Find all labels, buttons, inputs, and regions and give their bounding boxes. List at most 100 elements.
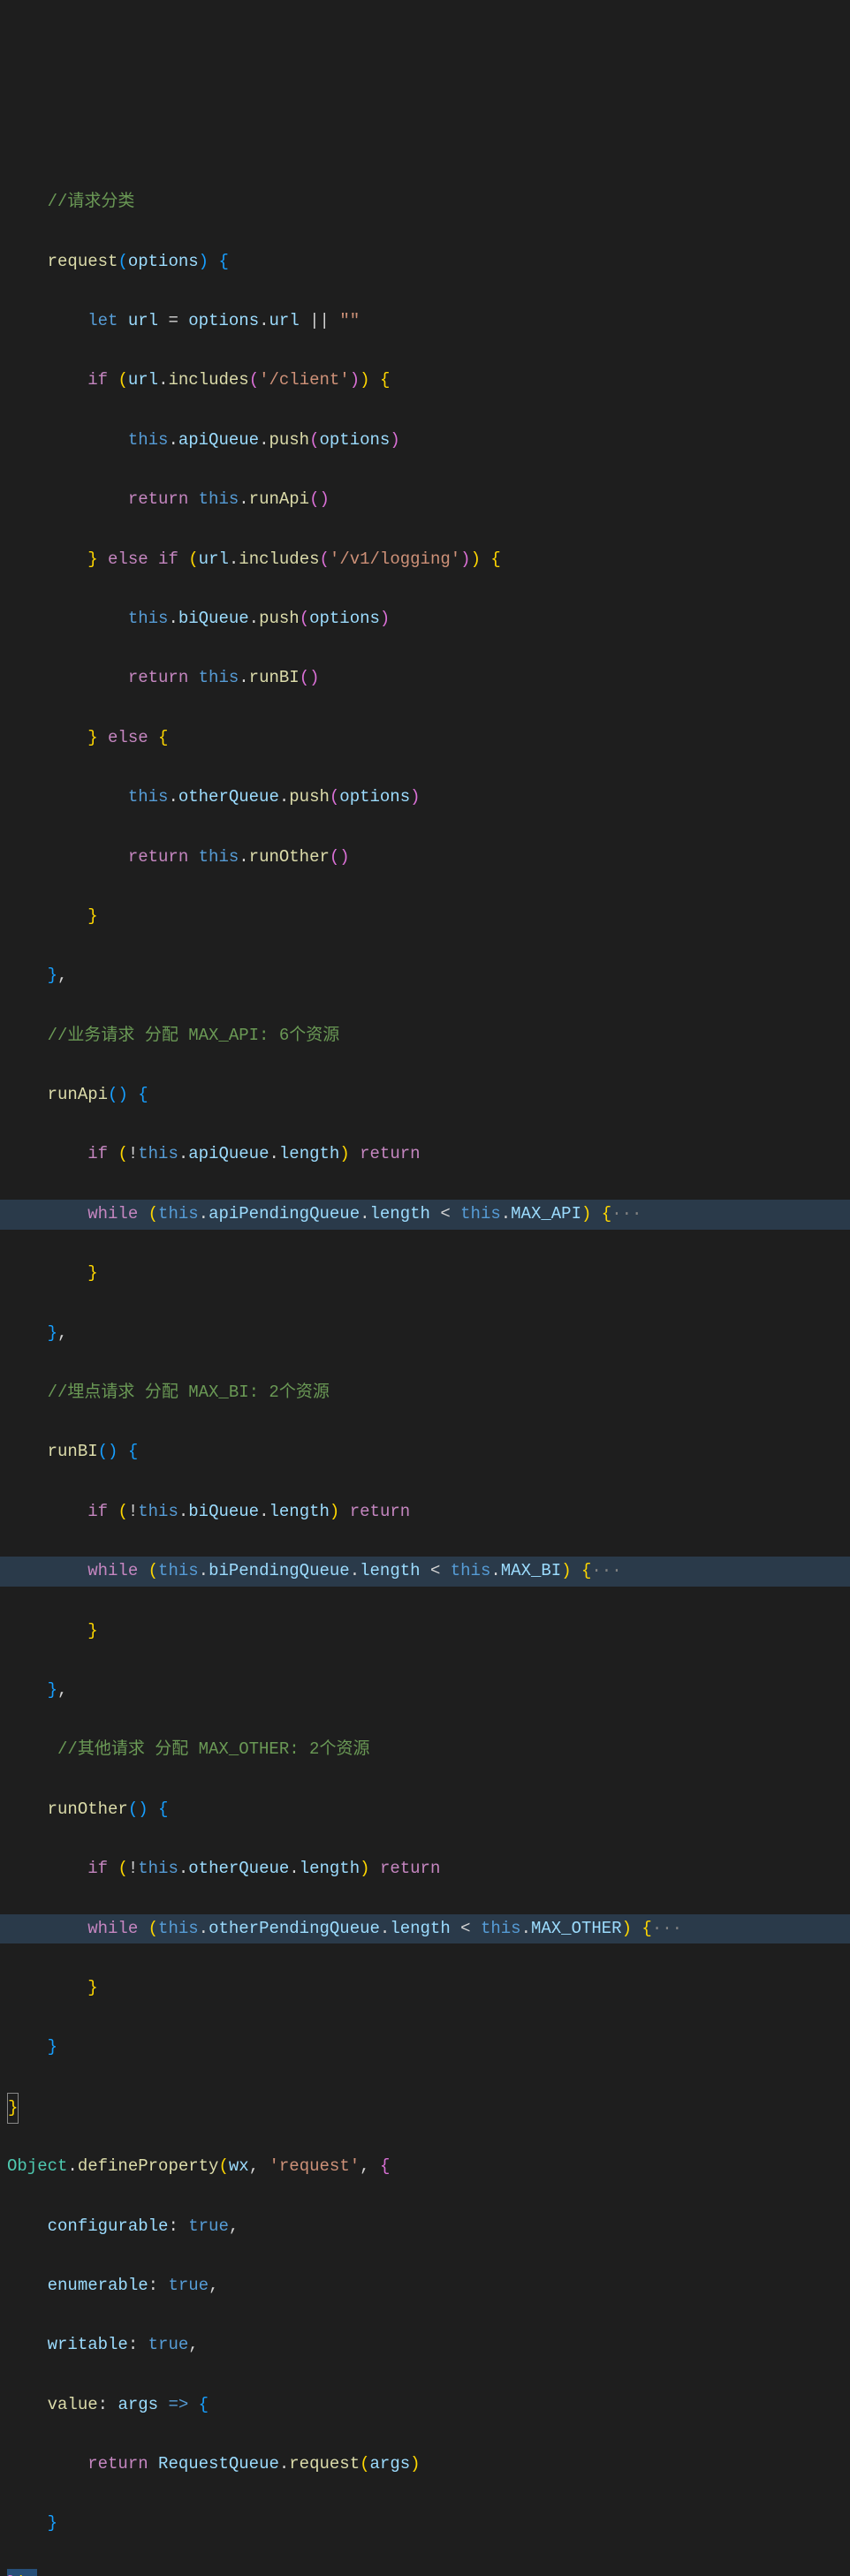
keyword-if: if: [87, 1502, 108, 1521]
code-line: },: [0, 1319, 850, 1349]
method-call: push: [259, 609, 300, 628]
variable: options: [319, 430, 390, 450]
code-line: return this.runBI(): [0, 663, 850, 693]
keyword-this: this: [128, 430, 169, 450]
keyword-while: while: [87, 1204, 138, 1224]
keyword-if: if: [87, 1859, 108, 1878]
keyword-else: else: [108, 728, 148, 747]
code-line: }: [0, 2509, 850, 2539]
code-line: if (url.includes('/client')) {: [0, 366, 850, 396]
property-key: value: [48, 2395, 98, 2414]
code-line: this.biQueue.push(options): [0, 604, 850, 634]
code-line: });: [0, 2569, 850, 2576]
code-line: if (!this.apiQueue.length) return: [0, 1140, 850, 1170]
string-literal: "": [339, 311, 360, 330]
method-call: runOther: [249, 847, 330, 867]
code-line: this.apiQueue.push(options): [0, 426, 850, 456]
method-name: runOther: [48, 1799, 128, 1819]
code-line: if (!this.otherQueue.length) return: [0, 1854, 850, 1884]
boolean-literal: true: [168, 2276, 209, 2295]
code-line: //业务请求 分配 MAX_API: 6个资源: [0, 1021, 850, 1051]
code-line: }: [0, 2033, 850, 2063]
code-line-highlighted: while (this.otherPendingQueue.length < t…: [0, 1914, 850, 1944]
keyword-return: return: [360, 1144, 420, 1163]
matching-brace-icon: }: [7, 2093, 19, 2125]
keyword-return: return: [128, 847, 188, 867]
variable: options: [309, 609, 380, 628]
code-line: request(options) {: [0, 247, 850, 277]
variable: url: [199, 549, 229, 569]
keyword-this: this: [138, 1144, 178, 1163]
code-line-highlighted: while (this.apiPendingQueue.length < thi…: [0, 1200, 850, 1230]
property: otherQueue: [178, 787, 279, 807]
code-line: },: [0, 961, 850, 991]
property-key: configurable: [48, 2216, 169, 2236]
variable: options: [188, 311, 259, 330]
property: biQueue: [188, 1502, 259, 1521]
keyword-while: while: [87, 1561, 138, 1580]
keyword-this: this: [451, 1561, 491, 1580]
keyword-this: this: [138, 1859, 178, 1878]
code-line: runApi() {: [0, 1080, 850, 1110]
keyword-this: this: [158, 1919, 199, 1938]
variable: url: [128, 370, 158, 390]
property: length: [360, 1561, 420, 1580]
code-editor[interactable]: //请求分类 request(options) { let url = opti…: [0, 119, 850, 2576]
keyword-this: this: [138, 1502, 178, 1521]
keyword-while: while: [87, 1919, 138, 1938]
property-key: writable: [48, 2335, 128, 2354]
keyword-this: this: [158, 1204, 199, 1224]
code-line: if (!this.biQueue.length) return: [0, 1497, 850, 1527]
code-line: enumerable: true,: [0, 2271, 850, 2301]
boolean-literal: true: [188, 2216, 229, 2236]
code-line: //其他请求 分配 MAX_OTHER: 2个资源: [0, 1735, 850, 1765]
code-line: }: [0, 902, 850, 932]
keyword-if: if: [87, 1144, 108, 1163]
keyword-return: return: [350, 1502, 410, 1521]
method-name: runBI: [48, 1442, 98, 1461]
method-call: includes: [168, 370, 248, 390]
keyword-this: this: [199, 847, 239, 867]
property: MAX_API: [511, 1204, 581, 1224]
fold-indicator-icon[interactable]: ···: [652, 1919, 682, 1938]
method-call: push: [289, 787, 330, 807]
property: apiPendingQueue: [209, 1204, 360, 1224]
keyword-return: return: [380, 1859, 440, 1878]
code-line: let url = options.url || "": [0, 307, 850, 337]
code-line: } else if (url.includes('/v1/logging')) …: [0, 545, 850, 575]
property: apiQueue: [188, 1144, 269, 1163]
keyword-this: this: [199, 489, 239, 509]
variable: wx: [229, 2156, 249, 2176]
code-line: value: args => {: [0, 2390, 850, 2421]
keyword-if: if: [87, 370, 108, 390]
code-line: this.otherQueue.push(options): [0, 783, 850, 813]
keyword-return: return: [128, 489, 188, 509]
method-call: defineProperty: [78, 2156, 219, 2176]
keyword-else: else: [108, 549, 148, 569]
property: url: [269, 311, 300, 330]
property: length: [300, 1859, 360, 1878]
comment: //埋点请求 分配 MAX_BI: 2个资源: [48, 1383, 330, 1402]
string-literal: '/v1/logging': [330, 549, 460, 569]
fold-indicator-icon[interactable]: ···: [591, 1561, 621, 1580]
code-line: }: [0, 1259, 850, 1289]
method-call: includes: [239, 549, 319, 569]
variable: options: [339, 787, 410, 807]
variable: args: [370, 2454, 411, 2474]
code-line: } else {: [0, 724, 850, 754]
property: length: [269, 1502, 330, 1521]
parameter: options: [128, 252, 199, 271]
variable: RequestQueue: [158, 2454, 279, 2474]
comment: //其他请求 分配 MAX_OTHER: 2个资源: [57, 1739, 369, 1759]
property-key: enumerable: [48, 2276, 148, 2295]
keyword-this: this: [199, 668, 239, 687]
fold-indicator-icon[interactable]: ···: [611, 1204, 641, 1224]
code-line: //请求分类: [0, 187, 850, 217]
keyword-this: this: [158, 1561, 199, 1580]
keyword-this: this: [460, 1204, 501, 1224]
code-line: writable: true,: [0, 2330, 850, 2360]
parameter: args: [118, 2395, 158, 2414]
keyword-if: if: [158, 549, 178, 569]
code-line: //埋点请求 分配 MAX_BI: 2个资源: [0, 1378, 850, 1408]
code-line: }: [0, 1617, 850, 1647]
